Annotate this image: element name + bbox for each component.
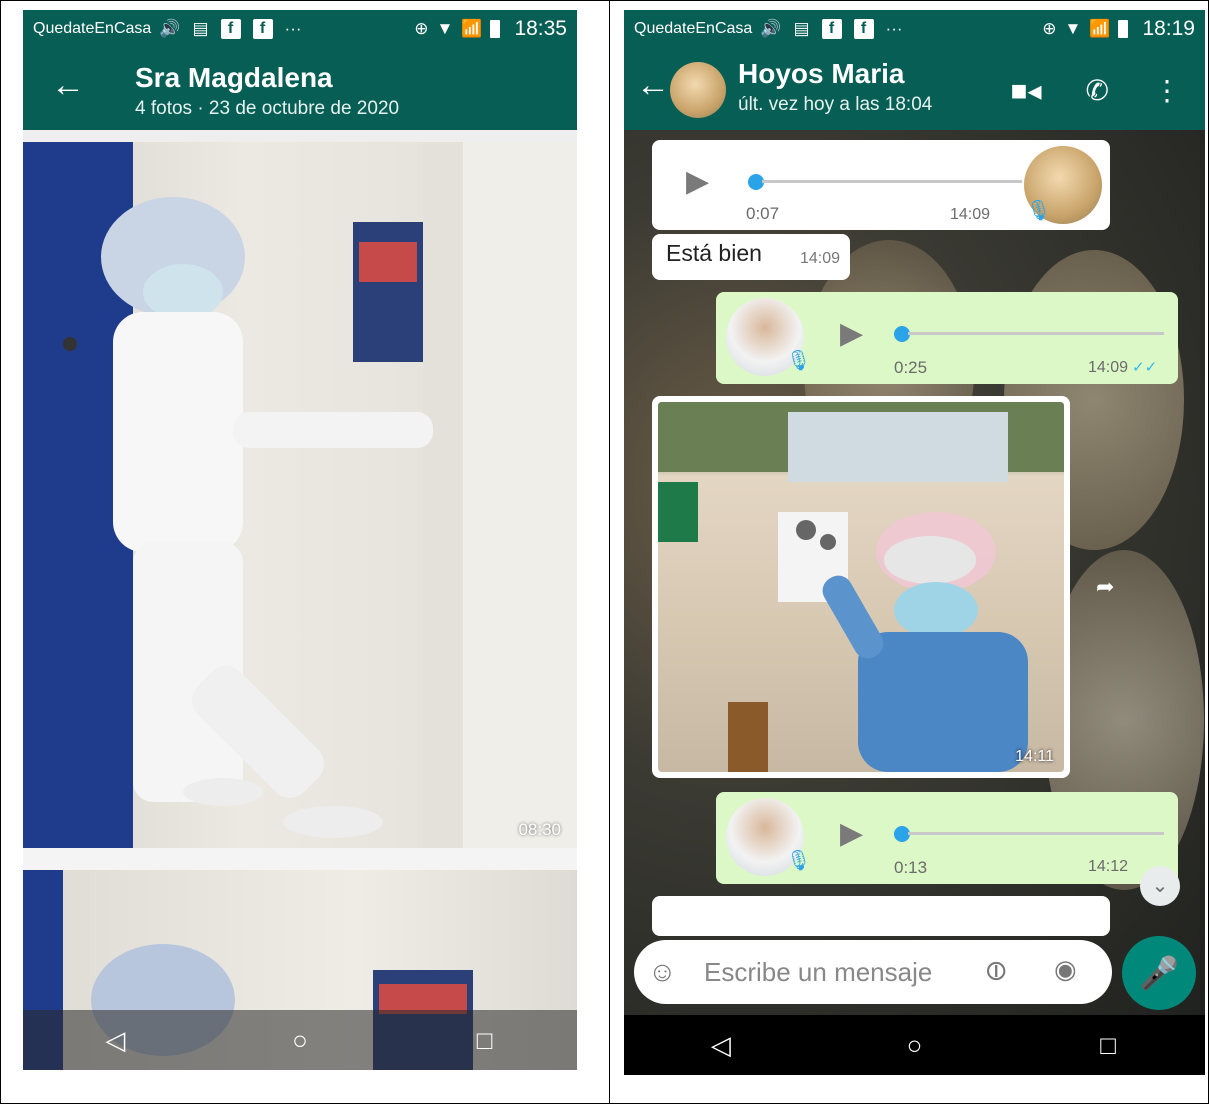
more-notifications-icon: ···: [885, 19, 903, 38]
contact-info[interactable]: Hoyos Maria últ. vez hoy a las 18:04: [738, 58, 932, 116]
photo-time: 08:30: [518, 820, 561, 839]
sound-icon: 🔊: [159, 19, 181, 38]
nav-back-icon[interactable]: ◁: [691, 1030, 751, 1061]
status-app-name: QuedateEnCasa: [33, 20, 152, 37]
last-seen: últ. vez hoy a las 18:04: [738, 94, 933, 115]
message-time-text: 14:09: [1088, 359, 1129, 376]
status-app-name: QuedateEnCasa: [634, 20, 753, 37]
nav-recents-icon[interactable]: □: [455, 1025, 515, 1056]
image-message-incoming[interactable]: 14:11: [652, 396, 1070, 778]
play-icon[interactable]: ▶: [840, 816, 863, 851]
facebook-icon: f: [821, 19, 842, 39]
contact-avatar[interactable]: [670, 62, 726, 118]
android-nav-bar: ◁ ○ □: [23, 1010, 577, 1070]
text-message-incoming[interactable]: Está bien 14:09: [652, 234, 850, 280]
data-saver-icon: ⊕: [1042, 19, 1057, 38]
forward-icon[interactable]: ➦: [1096, 574, 1114, 600]
contact-name: Hoyos Maria: [738, 58, 905, 89]
play-icon[interactable]: ▶: [686, 164, 709, 199]
sound-icon: 🔊: [760, 19, 782, 38]
playback-track[interactable]: [908, 832, 1164, 835]
facebook-icon: f: [252, 19, 273, 39]
play-icon[interactable]: ▶: [840, 316, 863, 351]
gallery-header: ← Sra Magdalena 4 fotos · 23 de octubre …: [23, 48, 577, 130]
data-saver-icon: ⊕: [414, 19, 429, 38]
more-notifications-icon: ···: [284, 19, 302, 38]
photo-nurse-pointing: [658, 402, 1064, 772]
photo-item[interactable]: 08:30: [23, 142, 577, 848]
status-time: 18:35: [514, 17, 567, 40]
nav-home-icon[interactable]: ○: [270, 1025, 330, 1056]
mic-icon: 🎙: [1026, 200, 1052, 222]
mic-icon: 🎙: [786, 850, 812, 872]
status-bar: QuedateEnCasa 🔊 ▤ f f ··· ⊕ ▼ 📶 18:19: [624, 10, 1205, 48]
message-composer: ☺ ⊘ ◉: [634, 940, 1112, 1004]
message-text: Está bien: [666, 240, 762, 266]
message-time: 14:09: [950, 206, 991, 223]
voice-message-outgoing[interactable]: 🎙 ▶ 0:13 14:12: [716, 792, 1178, 884]
battery-icon: [1118, 20, 1129, 38]
emoji-icon[interactable]: ☺: [648, 956, 677, 988]
signal-icon: 📶: [461, 19, 483, 38]
chat-screen: QuedateEnCasa 🔊 ▤ f f ··· ⊕ ▼ 📶 18:19 ← …: [624, 10, 1205, 1075]
voice-message-outgoing[interactable]: 🎙 ▶ 0:25 14:09 ✓✓: [716, 292, 1178, 384]
phone-icon[interactable]: ✆: [1086, 74, 1109, 107]
document-icon: ▤: [192, 19, 209, 38]
video-call-icon[interactable]: ■◂: [1011, 74, 1042, 107]
photo-separator: [23, 848, 577, 870]
back-arrow-icon[interactable]: ←: [51, 68, 85, 102]
read-ticks-icon: ✓✓: [1132, 359, 1158, 376]
camera-icon[interactable]: ◉: [1054, 954, 1077, 985]
image-content[interactable]: [658, 402, 1064, 772]
scroll-down-icon[interactable]: ⌄: [1140, 866, 1180, 906]
message-time: 14:09 ✓✓: [1088, 358, 1157, 377]
nav-home-icon[interactable]: ○: [884, 1030, 944, 1061]
facebook-icon: f: [220, 19, 241, 39]
voice-duration: 0:07: [746, 204, 780, 223]
playback-track[interactable]: [908, 332, 1164, 335]
status-time: 18:19: [1142, 17, 1195, 40]
attach-icon[interactable]: ⊘: [976, 951, 1016, 991]
mic-icon: 🎙: [786, 350, 812, 372]
chat-header: ← Hoyos Maria últ. vez hoy a las 18:04 ■…: [624, 48, 1205, 130]
status-bar: QuedateEnCasa 🔊 ▤ f f ··· ⊕ ▼ 📶 18:35: [23, 10, 577, 48]
wifi-icon: ▼: [436, 19, 454, 38]
message-input[interactable]: [704, 952, 954, 992]
back-arrow-icon[interactable]: ←: [636, 68, 670, 102]
message-time: 14:12: [1088, 858, 1129, 875]
photo-nurse-at-door: [23, 142, 577, 848]
contact-name: Sra Magdalena: [135, 62, 333, 93]
gallery-subtitle: 4 fotos · 23 de octubre de 2020: [135, 98, 400, 119]
voice-message-incoming[interactable]: [652, 896, 1110, 936]
voice-duration: 0:13: [894, 858, 928, 877]
facebook-icon: f: [853, 19, 874, 39]
voice-record-button[interactable]: 🎤: [1122, 936, 1196, 1010]
gallery-screen: QuedateEnCasa 🔊 ▤ f f ··· ⊕ ▼ 📶 18:35 ← …: [23, 10, 577, 1070]
wifi-icon: ▼: [1064, 19, 1082, 38]
playback-track[interactable]: [762, 180, 1022, 183]
signal-icon: 📶: [1089, 19, 1111, 38]
android-nav-bar: ◁ ○ □: [624, 1015, 1205, 1075]
document-icon: ▤: [793, 19, 810, 38]
message-time: 14:11: [1015, 748, 1054, 765]
message-time: 14:09: [799, 250, 840, 267]
mic-icon: 🎤: [1139, 955, 1179, 991]
nav-recents-icon[interactable]: □: [1078, 1030, 1138, 1061]
gallery-top-strip: [23, 130, 577, 142]
more-options-icon[interactable]: ⋮: [1153, 74, 1181, 107]
voice-duration: 0:25: [894, 358, 928, 377]
nav-back-icon[interactable]: ◁: [85, 1025, 145, 1056]
voice-message-incoming[interactable]: ▶ 0:07 14:09 🎙: [652, 140, 1110, 230]
battery-icon: [490, 20, 501, 38]
